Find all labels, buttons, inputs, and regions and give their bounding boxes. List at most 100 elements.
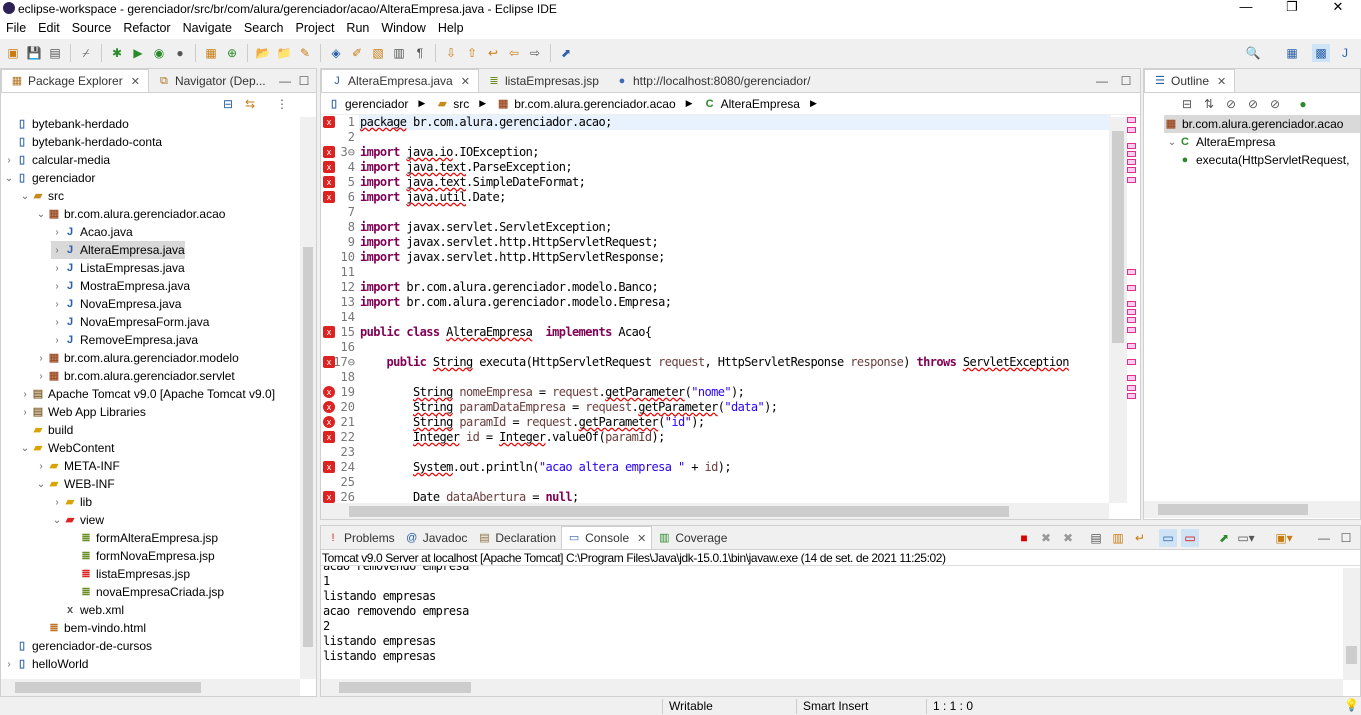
overview-marker[interactable] (1127, 117, 1136, 123)
maximize-view-icon[interactable]: ☐ (1117, 72, 1135, 90)
run-icon[interactable]: ▶ (129, 44, 147, 62)
last-edit-icon[interactable]: ↩ (484, 44, 502, 62)
toggle-breadcrumb-icon[interactable]: ✐ (348, 44, 366, 62)
expand-arrow-icon[interactable]: › (35, 461, 47, 472)
outline-item[interactable]: ● executa(HttpServletRequest, (1178, 151, 1350, 169)
remove-launch-icon[interactable]: ✖ (1037, 529, 1055, 547)
tree-item[interactable]: ▯ bytebank-herdado (3, 115, 129, 133)
tab-problems[interactable]: ! Problems (321, 526, 400, 549)
tree-vertical-scrollbar[interactable] (300, 117, 316, 679)
menu-project[interactable]: Project (290, 21, 341, 35)
tree-item[interactable]: › J RemoveEmpresa.java (51, 331, 198, 349)
menu-help[interactable]: Help (432, 21, 470, 35)
word-wrap-icon[interactable]: ▥ (390, 44, 408, 62)
tip-lightbulb-icon[interactable]: 💡 (1344, 698, 1359, 712)
breadcrumb-item[interactable]: gerenciador (345, 97, 408, 111)
display-console-icon[interactable]: ▭▾ (1237, 529, 1255, 547)
tree-item[interactable]: › J MostraEmpresa.java (51, 277, 190, 295)
maximize-view-icon[interactable]: ☐ (295, 72, 313, 90)
overview-ruler[interactable] (1125, 117, 1139, 503)
clear-console-icon[interactable]: ▤ (1087, 529, 1105, 547)
forward-icon[interactable]: ⇨ (526, 44, 544, 62)
block-selection-icon[interactable]: ▧ (369, 44, 387, 62)
tree-item[interactable]: ⌄ ▰ src (19, 187, 64, 205)
menu-window[interactable]: Window (375, 21, 431, 35)
overview-marker[interactable] (1127, 177, 1136, 183)
hide-nonpublic-icon[interactable]: ⊘ (1266, 95, 1284, 113)
tree-item[interactable]: › J NovaEmpresa.java (51, 295, 181, 313)
open-type-icon[interactable]: 📂 (254, 44, 272, 62)
tree-item[interactable]: ▯ gerenciador-de-cursos (3, 637, 152, 655)
expand-arrow-icon[interactable]: › (3, 155, 15, 166)
error-marker-icon[interactable]: x (323, 386, 335, 398)
tree-item[interactable]: ▯ bytebank-herdado-conta (3, 133, 162, 151)
expand-arrow-icon[interactable]: › (51, 317, 63, 328)
tree-item[interactable]: ⌄ ▯ gerenciador (3, 169, 96, 187)
open-perspective-icon[interactable]: ▦ (1283, 44, 1301, 62)
tree-item[interactable]: › ▦ br.com.alura.gerenciador.modelo (35, 349, 238, 367)
tab-0[interactable]: ▦ Package Explorer ✕ (1, 69, 149, 92)
new-server-icon[interactable]: ▦ (202, 44, 220, 62)
editor-tab-1[interactable]: ≣ listaEmpresas.jsp (479, 69, 607, 92)
close-icon[interactable]: ✕ (131, 75, 140, 88)
code-editor[interactable]: 1 x package br.com.alura.gerenciador.acao;… (321, 115, 1140, 503)
tree-item[interactable]: › ▰ lib (51, 493, 92, 511)
menu-navigate[interactable]: Navigate (177, 21, 238, 35)
hide-fields-icon[interactable]: ⊘ (1222, 95, 1240, 113)
link-with-editor-icon[interactable]: ⇆ (241, 95, 259, 113)
menu-file[interactable]: File (0, 21, 32, 35)
tree-item[interactable]: ≣ bem-vindo.html (35, 619, 146, 637)
expand-arrow-icon[interactable]: › (51, 335, 63, 346)
expand-arrow-icon[interactable]: › (51, 227, 63, 238)
menu-refactor[interactable]: Refactor (117, 21, 176, 35)
expand-arrow-icon[interactable]: › (51, 281, 63, 292)
editor-tab-2[interactable]: ● http://localhost:8080/gerenciador/ (607, 69, 818, 92)
breadcrumb-item[interactable]: AlteraEmpresa (721, 97, 800, 111)
tree-item[interactable]: › ▤ Web App Libraries (19, 403, 146, 421)
sort-icon[interactable]: ⇅ (1200, 95, 1218, 113)
tree-item[interactable]: › J ListaEmpresas.java (51, 259, 184, 277)
save-icon[interactable]: 💾 (25, 44, 43, 62)
minimize-button[interactable]: — (1223, 0, 1269, 17)
tab-console[interactable]: ▭ Console ✕ (561, 526, 653, 549)
error-marker-icon[interactable]: x (323, 416, 335, 428)
outline-item[interactable]: ▦ br.com.alura.gerenciador.acao (1164, 115, 1360, 133)
tree-horizontal-scrollbar[interactable] (1, 679, 300, 696)
breadcrumb-item[interactable]: br.com.alura.gerenciador.acao (514, 97, 675, 111)
show-on-stderr-icon[interactable]: ▭ (1181, 529, 1199, 547)
next-annotation-icon[interactable]: ⇩ (442, 44, 460, 62)
overview-marker[interactable] (1127, 309, 1136, 315)
editor-horizontal-scrollbar[interactable] (321, 503, 1109, 519)
tab-outline[interactable]: ☰ Outline ✕ (1144, 69, 1236, 92)
overview-marker[interactable] (1127, 301, 1136, 307)
warning-error-marker-icon[interactable]: x (323, 326, 335, 338)
show-whitespace-icon[interactable]: ¶ (411, 44, 429, 62)
overview-marker[interactable] (1127, 269, 1136, 275)
menu-search[interactable]: Search (238, 21, 290, 35)
warning-error-marker-icon[interactable]: x (323, 356, 335, 368)
overview-marker[interactable] (1127, 317, 1136, 323)
expand-arrow-icon[interactable]: ⌄ (35, 209, 47, 220)
collapse-all-icon[interactable]: ⊟ (219, 95, 237, 113)
expand-arrow-icon[interactable]: › (51, 245, 63, 256)
close-icon[interactable]: ✕ (637, 532, 646, 545)
debug-icon[interactable]: ✱ (108, 44, 126, 62)
tree-item[interactable]: › ▯ helloWorld (3, 655, 88, 673)
expand-arrow-icon[interactable]: ⌄ (19, 191, 31, 202)
remove-all-icon[interactable]: ✖ (1059, 529, 1077, 547)
menu-run[interactable]: Run (340, 21, 375, 35)
expand-arrow-icon[interactable]: › (19, 407, 31, 418)
expand-arrow-icon[interactable]: › (35, 353, 47, 364)
tree-item[interactable]: ⌄ ▰ WebContent (19, 439, 115, 457)
tree-item[interactable]: › ▯ calcular-media (3, 151, 110, 169)
expand-arrow-icon[interactable]: ⌄ (51, 515, 63, 526)
error-marker-icon[interactable]: x (323, 401, 335, 413)
overview-marker[interactable] (1127, 385, 1136, 391)
tree-item[interactable]: ⌄ ▰ WEB-INF (35, 475, 115, 493)
console-horizontal-scrollbar[interactable] (321, 679, 1343, 696)
expand-arrow-icon[interactable]: ⌄ (1166, 137, 1178, 148)
overview-marker[interactable] (1127, 327, 1136, 333)
new-class-icon[interactable]: ⊕ (223, 44, 241, 62)
open-console-icon[interactable]: ▣▾ (1275, 529, 1293, 547)
expand-arrow-icon[interactable]: › (51, 263, 63, 274)
